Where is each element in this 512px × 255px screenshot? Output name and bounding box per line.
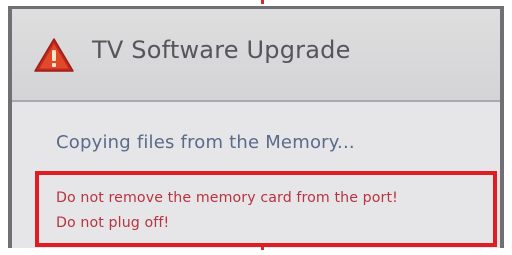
status-text: Copying files from the Memory... [56, 132, 355, 153]
warning-line: Do not remove the memory card from the p… [56, 190, 398, 206]
warning-box: Do not remove the memory card from the p… [35, 171, 497, 247]
warning-triangle-icon [34, 38, 74, 72]
dialog-body: Copying files from the Memory... Do not … [12, 102, 500, 248]
dialog-header: TV Software Upgrade [12, 9, 500, 102]
dialog-title: TV Software Upgrade [92, 36, 351, 64]
bottom-marker [261, 247, 264, 250]
top-marker [261, 0, 264, 4]
software-upgrade-dialog: TV Software Upgrade Copying files from t… [8, 6, 504, 248]
warning-line: Do not plug off! [56, 215, 170, 231]
